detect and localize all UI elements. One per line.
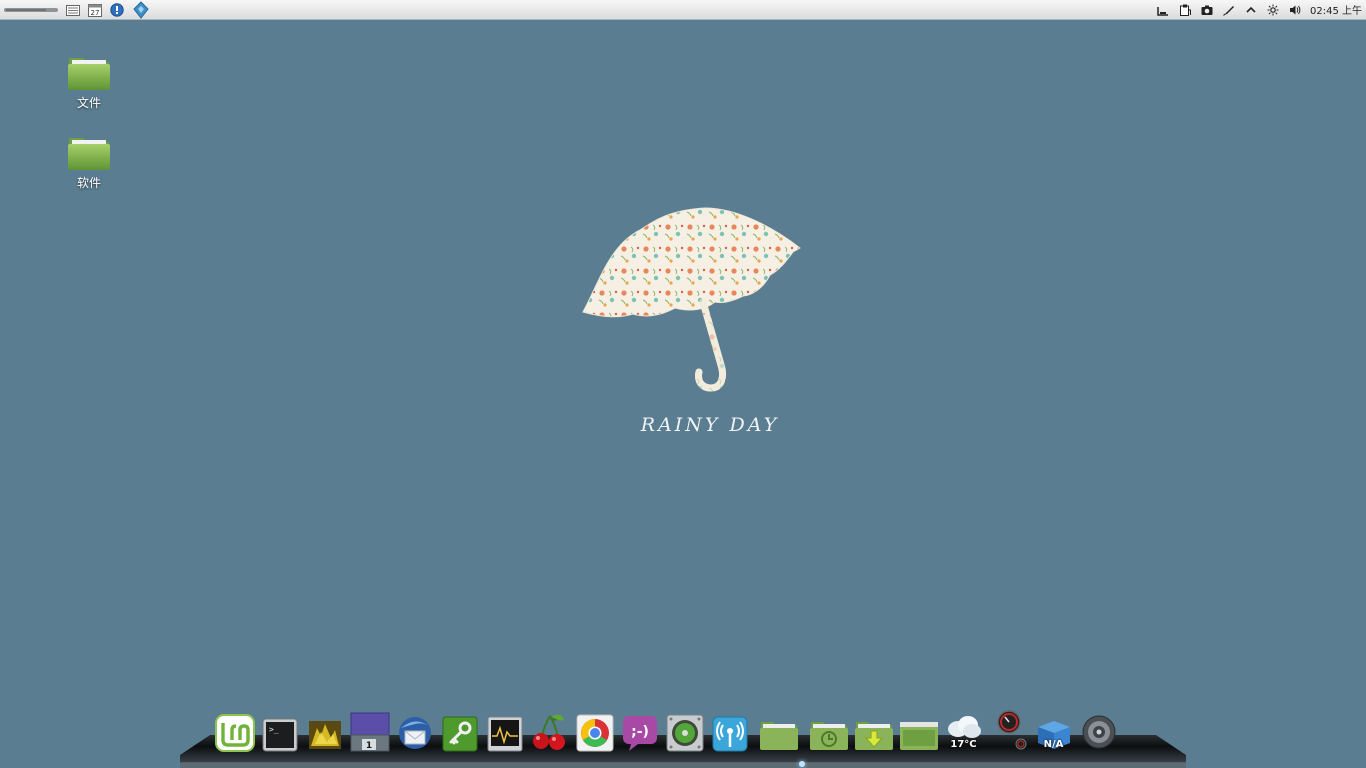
dock-item-cherrytree[interactable] <box>529 711 570 752</box>
dock-item-image-viewer[interactable] <box>304 711 345 752</box>
speaker-icon <box>1082 715 1115 749</box>
top-panel: 27 02:45 上午 <box>0 0 1366 20</box>
dock-item-folder-recent[interactable] <box>808 711 849 752</box>
dock-item-workspace[interactable]: 1 <box>349 711 390 752</box>
desktop-icon-label: 软件 <box>76 176 101 190</box>
minimize-all-icon[interactable] <box>1156 3 1170 17</box>
desktop-folder-icon <box>899 722 938 750</box>
brightness-icon[interactable] <box>1266 3 1280 17</box>
disk-icon <box>666 714 703 752</box>
chrome-icon <box>576 714 613 752</box>
workspace-number: 1 <box>365 741 371 751</box>
dock-item-disk[interactable] <box>664 711 705 752</box>
dock-item-weather[interactable]: 17°C <box>943 711 984 752</box>
clock[interactable]: 02:45 上午 <box>1310 2 1362 17</box>
photo-icon <box>308 721 341 749</box>
wallpaper-text: RAINY DAY <box>640 414 780 436</box>
desktop-icon-software[interactable]: 软件 <box>49 132 129 191</box>
keyboard-icon[interactable] <box>66 3 80 17</box>
chevron-up-icon[interactable] <box>1244 3 1258 17</box>
camera-icon[interactable] <box>1200 3 1214 17</box>
pen-icon[interactable] <box>1222 3 1236 17</box>
top-panel-left: 27 <box>4 0 150 20</box>
shield-icon[interactable] <box>110 2 124 17</box>
desktop-icon-label: 文件 <box>76 96 101 110</box>
window-list-icon[interactable] <box>4 3 58 17</box>
cherry-icon <box>532 714 565 750</box>
wireless-icon <box>712 716 747 752</box>
dock-item-clock[interactable] <box>988 710 1029 752</box>
clipboard-icon[interactable] <box>1178 3 1192 17</box>
volume-icon[interactable] <box>1288 3 1302 17</box>
desktop-icon-files[interactable]: 文件 <box>49 52 129 111</box>
dock-item-terminal[interactable]: >_ <box>259 711 300 752</box>
calendar-day: 27 <box>91 9 100 17</box>
dock-item-pidgin[interactable]: ;-) <box>619 711 660 752</box>
dock-item-passwords[interactable] <box>439 711 480 752</box>
key-icon <box>442 716 477 752</box>
dock-item-thunderbird[interactable] <box>394 711 435 752</box>
recycle-icon[interactable] <box>132 0 150 19</box>
folder-icon <box>68 58 110 90</box>
dock-item-mint-menu[interactable] <box>214 711 255 752</box>
dock-item-system-monitor[interactable] <box>484 711 525 752</box>
chat-icon: ;-) <box>622 716 657 751</box>
dock-item-network[interactable] <box>709 711 750 752</box>
folder-icon <box>760 722 798 750</box>
dock-item-network-speed[interactable]: N/A <box>1033 711 1074 752</box>
system-monitor-icon <box>487 716 522 752</box>
dock-item-folder-home[interactable] <box>754 711 804 752</box>
wallpaper-umbrella <box>575 200 810 400</box>
network-speed-text: N/A <box>1043 739 1064 750</box>
svg-text:;-): ;-) <box>631 724 649 740</box>
dock: >_ 1 ;-) 17°C N/A <box>214 708 1119 752</box>
clock-icon <box>996 710 1026 750</box>
dock-item-folder-desktop[interactable] <box>898 711 939 752</box>
top-panel-right: 02:45 上午 <box>1156 0 1362 20</box>
history-folder-icon <box>809 722 848 750</box>
calendar-icon[interactable]: 27 <box>88 3 102 17</box>
svg-text:>_: >_ <box>269 725 279 734</box>
dock-item-speaker[interactable] <box>1078 711 1119 752</box>
dock-item-folder-downloads[interactable] <box>853 711 894 752</box>
workspace-icon: 1 <box>350 712 389 752</box>
dock-item-chrome[interactable] <box>574 711 615 752</box>
download-folder-icon <box>854 722 893 750</box>
thunderbird-icon <box>398 717 431 749</box>
running-indicator <box>799 761 805 767</box>
weather-temperature: 17°C <box>950 739 977 750</box>
folder-icon <box>68 138 110 170</box>
terminal-icon: >_ <box>262 718 297 752</box>
mint-logo-icon <box>214 714 255 752</box>
